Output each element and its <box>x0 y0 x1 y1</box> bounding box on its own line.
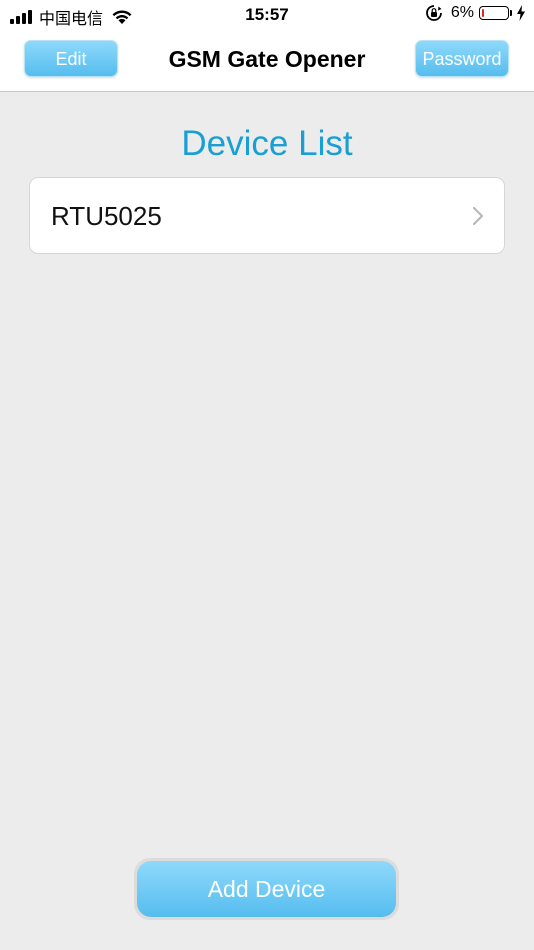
device-list: RTU5025 <box>29 177 505 254</box>
status-right: 6% <box>425 4 526 22</box>
device-name: RTU5025 <box>51 201 162 231</box>
password-button[interactable]: Password <box>415 40 509 77</box>
battery-fill <box>482 9 484 17</box>
battery-cap <box>510 10 512 16</box>
battery-percent: 6% <box>450 4 474 21</box>
chevron-right-icon <box>472 206 484 226</box>
charging-bolt-icon <box>517 5 525 21</box>
add-device-button[interactable]: Add Device <box>137 861 396 917</box>
rotation-lock-icon <box>425 5 442 21</box>
status-bar: 中国电信 15:57 6% <box>0 0 534 30</box>
battery-icon <box>479 6 509 20</box>
add-device-button-frame: Add Device <box>134 858 399 920</box>
device-row[interactable]: RTU5025 <box>29 177 505 254</box>
device-list-heading: Device List <box>181 124 353 163</box>
navigation-bar: Edit GSM Gate Opener Password <box>0 30 534 92</box>
